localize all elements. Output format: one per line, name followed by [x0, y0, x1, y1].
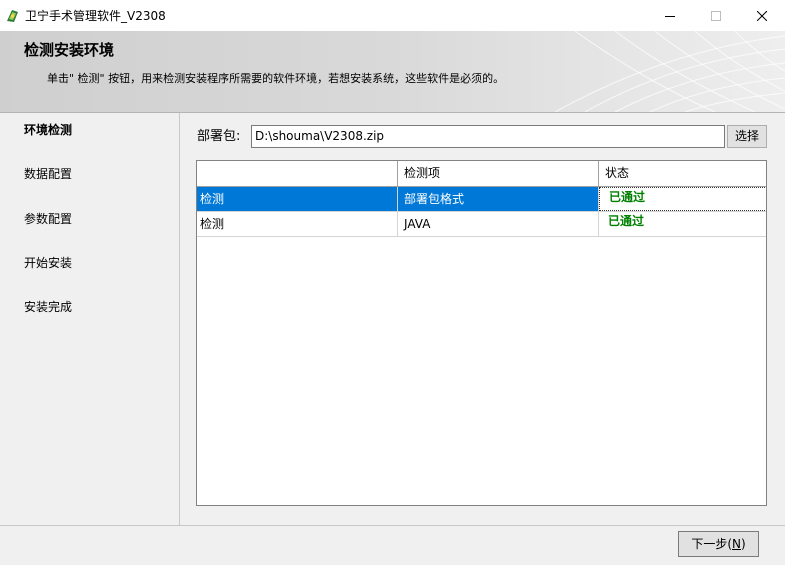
step-data-config: 数据配置	[24, 167, 73, 181]
package-path-field[interactable]: D:\shouma\V2308.zip	[251, 125, 725, 148]
close-icon	[757, 10, 767, 21]
step-environment-check: 环境检测	[24, 123, 73, 137]
status-cell: 已通过	[599, 212, 766, 236]
decorative-mesh-graphic	[555, 31, 785, 112]
status-cell: 已通过	[599, 187, 766, 211]
table-row[interactable]: 检测 JAVA 已通过	[197, 212, 766, 237]
check-action-cell[interactable]: 检测	[197, 212, 398, 236]
check-item-cell: JAVA	[398, 212, 599, 236]
table-row[interactable]: 检测 部署包格式 已通过	[197, 187, 766, 212]
minimize-button[interactable]	[647, 0, 693, 31]
select-package-button[interactable]: 选择	[727, 125, 767, 148]
banner-title: 检测安装环境	[24, 41, 115, 59]
banner-description: 单击" 检测" 按钮，用来检测安装程序所需要的软件环境，若想安装系统，这些软件是…	[47, 72, 505, 85]
next-button-label-close: )	[740, 537, 746, 551]
check-action-cell[interactable]: 检测	[197, 187, 398, 211]
maximize-icon	[711, 10, 721, 21]
step-sidebar: 环境检测 数据配置 参数配置 开始安装 安装完成	[0, 113, 180, 525]
footer-divider	[0, 525, 785, 526]
next-button[interactable]: 下一步(N)	[678, 531, 759, 557]
app-logo-icon	[7, 10, 18, 22]
check-table: 检测项 状态 检测 部署包格式 已通过 检测 JAVA 已通过	[196, 160, 767, 506]
next-button-accelerator: N	[732, 537, 741, 551]
header-banner: 检测安装环境 单击" 检测" 按钮，用来检测安装程序所需要的软件环境，若想安装系…	[0, 31, 785, 112]
window-title: 卫宁手术管理软件_V2308	[25, 9, 166, 23]
next-button-label: 下一步(	[691, 537, 732, 551]
column-header-item: 检测项	[398, 161, 599, 186]
step-start-install: 开始安装	[24, 256, 73, 270]
check-item-cell: 部署包格式	[398, 187, 599, 211]
minimize-icon	[665, 15, 675, 17]
maximize-button[interactable]	[693, 0, 739, 31]
main-panel: 部署包: D:\shouma\V2308.zip 选择 检测项 状态 检测 部署…	[181, 113, 785, 525]
table-header: 检测项 状态	[197, 161, 766, 187]
title-bar: 卫宁手术管理软件_V2308	[0, 0, 785, 31]
step-install-complete: 安装完成	[24, 300, 73, 314]
package-label: 部署包:	[197, 129, 241, 144]
column-header-action	[197, 161, 398, 186]
column-header-status: 状态	[599, 161, 766, 186]
step-param-config: 参数配置	[24, 212, 73, 226]
close-button[interactable]	[739, 0, 785, 31]
